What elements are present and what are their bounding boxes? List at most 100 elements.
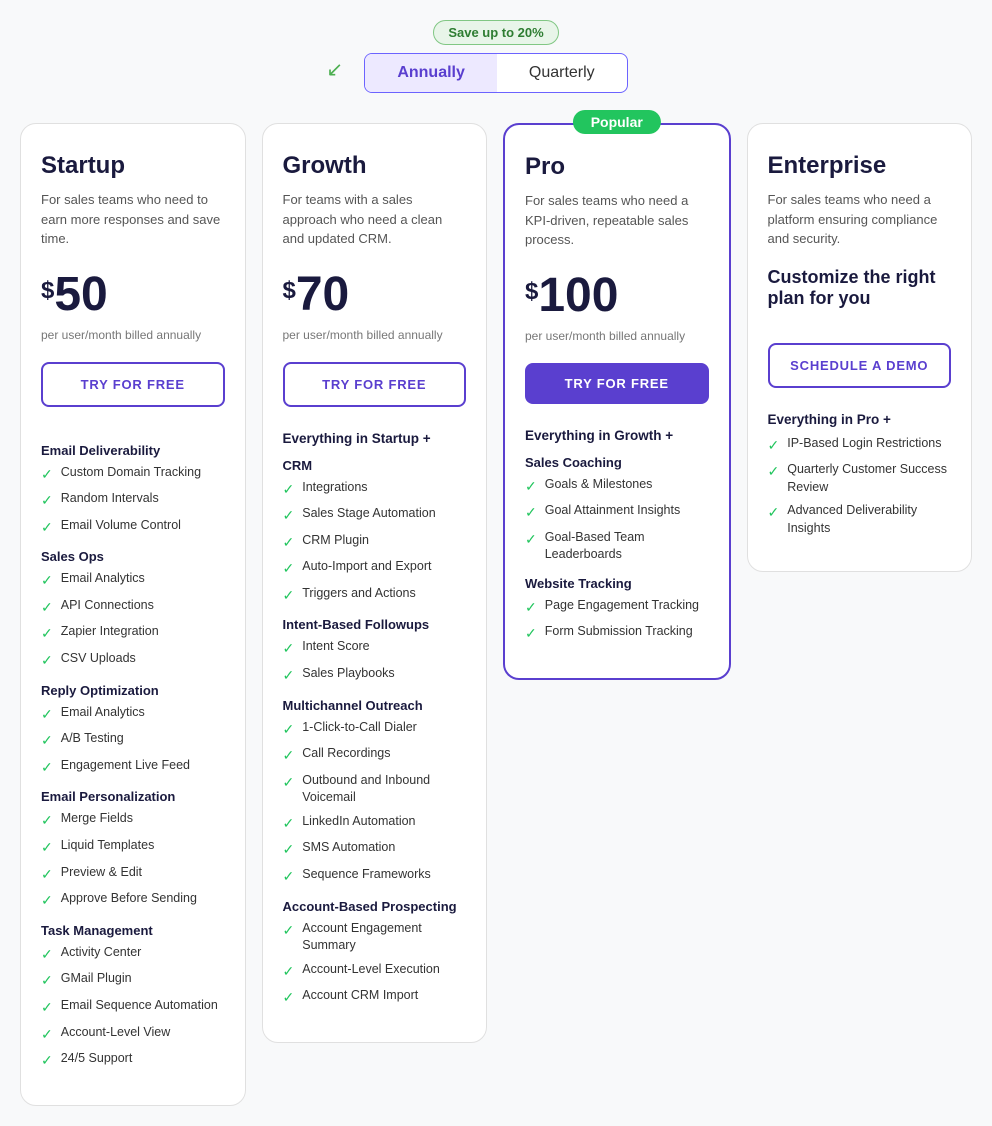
features-intro-enterprise: Everything in Pro + bbox=[768, 412, 952, 427]
feature-label: Auto-Import and Export bbox=[302, 558, 431, 576]
plan-card-growth: GrowthFor teams with a sales approach wh… bbox=[262, 123, 488, 1043]
feature-item: ✓ Sales Stage Automation bbox=[283, 505, 467, 526]
feature-label: API Connections bbox=[61, 597, 154, 615]
price-amount: 100 bbox=[538, 269, 618, 322]
quarterly-button[interactable]: Quarterly bbox=[497, 54, 627, 92]
check-icon: ✓ bbox=[41, 971, 53, 991]
price-period: per user/month billed annually bbox=[283, 328, 467, 342]
billing-toggle[interactable]: Annually Quarterly bbox=[364, 53, 627, 93]
check-icon: ✓ bbox=[283, 559, 295, 579]
feature-label: Goal Attainment Insights bbox=[545, 502, 681, 520]
check-icon: ✓ bbox=[283, 746, 295, 766]
feature-item: ✓ CRM Plugin bbox=[283, 532, 467, 553]
feature-label: Call Recordings bbox=[302, 745, 390, 763]
check-icon: ✓ bbox=[283, 639, 295, 659]
feature-label: GMail Plugin bbox=[61, 970, 132, 988]
feature-label: 1-Click-to-Call Dialer bbox=[302, 719, 417, 737]
cta-button-enterprise[interactable]: SCHEDULE A DEMO bbox=[768, 343, 952, 388]
arrow-icon: ↙ bbox=[326, 57, 343, 82]
annually-button[interactable]: Annually bbox=[365, 54, 497, 92]
check-icon: ✓ bbox=[768, 462, 780, 482]
check-icon: ✓ bbox=[525, 598, 537, 618]
plan-price-pro: $100 bbox=[525, 268, 709, 323]
feature-label: LinkedIn Automation bbox=[302, 813, 415, 831]
feature-label: Account-Level View bbox=[61, 1024, 171, 1042]
plan-description-growth: For teams with a sales approach who need… bbox=[283, 190, 467, 249]
feature-label: A/B Testing bbox=[61, 730, 124, 748]
feature-label: SMS Automation bbox=[302, 839, 395, 857]
check-icon: ✓ bbox=[41, 598, 53, 618]
check-icon: ✓ bbox=[41, 998, 53, 1018]
enterprise-custom-label: Customize the right plan for you bbox=[768, 267, 952, 323]
check-icon: ✓ bbox=[41, 811, 53, 831]
check-icon: ✓ bbox=[768, 436, 780, 456]
feature-group-title-pro-1: Website Tracking bbox=[525, 576, 709, 591]
feature-item: ✓ GMail Plugin bbox=[41, 970, 225, 991]
price-period: per user/month billed annually bbox=[41, 328, 225, 342]
feature-item: ✓ Integrations bbox=[283, 479, 467, 500]
check-icon: ✓ bbox=[283, 773, 295, 793]
cta-button-startup[interactable]: TRY FOR FREE bbox=[41, 362, 225, 407]
features-intro-pro: Everything in Growth + bbox=[525, 428, 709, 443]
feature-item: ✓ Approve Before Sending bbox=[41, 890, 225, 911]
feature-label: Liquid Templates bbox=[61, 837, 155, 855]
check-icon: ✓ bbox=[41, 465, 53, 485]
feature-label: Goal-Based Team Leaderboards bbox=[545, 529, 709, 564]
check-icon: ✓ bbox=[525, 503, 537, 523]
feature-label: Email Analytics bbox=[61, 570, 145, 588]
feature-item: ✓ Triggers and Actions bbox=[283, 585, 467, 606]
price-currency: $ bbox=[41, 277, 54, 305]
feature-item: ✓ Advanced Deliverability Insights bbox=[768, 502, 952, 537]
cta-button-pro[interactable]: TRY FOR FREE bbox=[525, 363, 709, 404]
feature-item: ✓ CSV Uploads bbox=[41, 650, 225, 671]
check-icon: ✓ bbox=[283, 666, 295, 686]
feature-label: Account CRM Import bbox=[302, 987, 418, 1005]
feature-label: Sequence Frameworks bbox=[302, 866, 431, 884]
feature-item: ✓ Sales Playbooks bbox=[283, 665, 467, 686]
feature-label: CSV Uploads bbox=[61, 650, 136, 668]
feature-label: Preview & Edit bbox=[61, 864, 142, 882]
feature-label: IP-Based Login Restrictions bbox=[787, 435, 941, 453]
check-icon: ✓ bbox=[41, 491, 53, 511]
feature-label: Sales Playbooks bbox=[302, 665, 394, 683]
feature-item: ✓ Account CRM Import bbox=[283, 987, 467, 1008]
feature-group-title-startup-1: Sales Ops bbox=[41, 549, 225, 564]
feature-group-title-growth-0: CRM bbox=[283, 458, 467, 473]
check-icon: ✓ bbox=[283, 921, 295, 941]
feature-label: Engagement Live Feed bbox=[61, 757, 190, 775]
check-icon: ✓ bbox=[283, 480, 295, 500]
feature-label: Email Analytics bbox=[61, 704, 145, 722]
feature-item: ✓ Email Analytics bbox=[41, 570, 225, 591]
feature-item: ✓ SMS Automation bbox=[283, 839, 467, 860]
feature-label: Custom Domain Tracking bbox=[61, 464, 201, 482]
feature-label: Email Sequence Automation bbox=[61, 997, 218, 1015]
check-icon: ✓ bbox=[41, 1051, 53, 1071]
check-icon: ✓ bbox=[41, 571, 53, 591]
feature-group-title-growth-2: Multichannel Outreach bbox=[283, 698, 467, 713]
feature-label: Account Engagement Summary bbox=[302, 920, 466, 955]
plan-description-enterprise: For sales teams who need a platform ensu… bbox=[768, 190, 952, 249]
feature-item: ✓ Random Intervals bbox=[41, 490, 225, 511]
check-icon: ✓ bbox=[283, 814, 295, 834]
feature-label: Intent Score bbox=[302, 638, 369, 656]
check-icon: ✓ bbox=[41, 731, 53, 751]
feature-item: ✓ Account-Level Execution bbox=[283, 961, 467, 982]
feature-item: ✓ API Connections bbox=[41, 597, 225, 618]
check-icon: ✓ bbox=[41, 624, 53, 644]
feature-group-title-startup-3: Email Personalization bbox=[41, 789, 225, 804]
feature-group-title-startup-4: Task Management bbox=[41, 923, 225, 938]
price-amount: 50 bbox=[54, 268, 107, 321]
feature-item: ✓ Sequence Frameworks bbox=[283, 866, 467, 887]
feature-item: ✓ Custom Domain Tracking bbox=[41, 464, 225, 485]
feature-item: ✓ 1-Click-to-Call Dialer bbox=[283, 719, 467, 740]
price-amount: 70 bbox=[296, 268, 349, 321]
feature-group-title-pro-0: Sales Coaching bbox=[525, 455, 709, 470]
feature-label: Sales Stage Automation bbox=[302, 505, 435, 523]
check-icon: ✓ bbox=[283, 720, 295, 740]
cta-button-growth[interactable]: TRY FOR FREE bbox=[283, 362, 467, 407]
feature-group-title-startup-2: Reply Optimization bbox=[41, 683, 225, 698]
feature-label: Page Engagement Tracking bbox=[545, 597, 699, 615]
feature-group-title-growth-1: Intent-Based Followups bbox=[283, 617, 467, 632]
check-icon: ✓ bbox=[283, 962, 295, 982]
check-icon: ✓ bbox=[41, 838, 53, 858]
